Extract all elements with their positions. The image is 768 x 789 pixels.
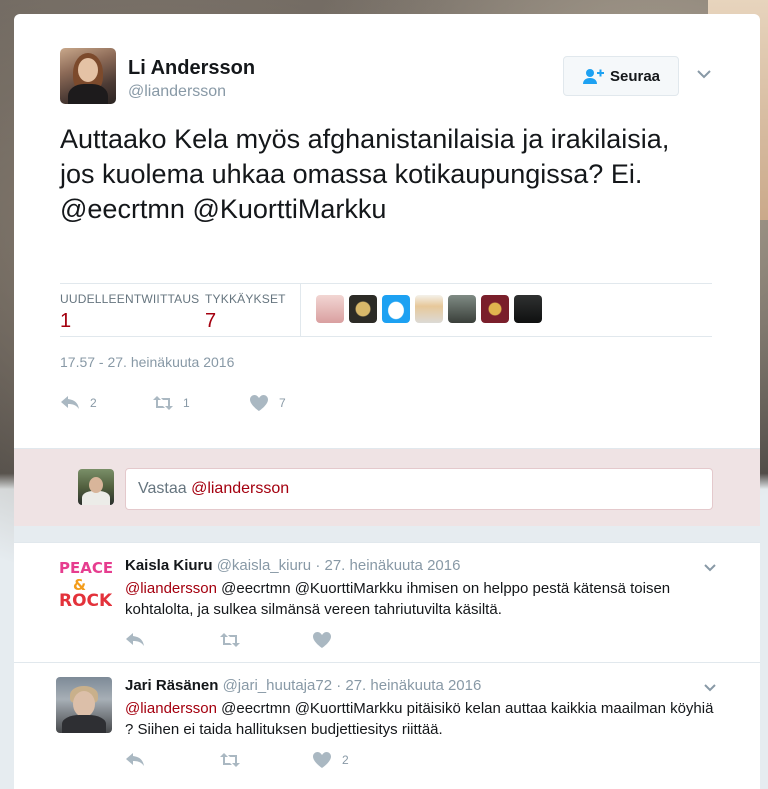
- likes-value: 7: [205, 310, 217, 332]
- retweet-count: 1: [183, 396, 190, 410]
- reply-header: Kaisla Kiuru @kaisla_kiuru · 27. heinäku…: [125, 557, 461, 574]
- author-name[interactable]: Li Andersson: [128, 57, 255, 80]
- reply-mention[interactable]: @liandersson: [125, 580, 217, 597]
- reply-author-handle[interactable]: @jari_huutaja72: [223, 677, 332, 694]
- follow-button-label: Seuraa: [609, 67, 661, 85]
- reply-tweet[interactable]: Jari Räsänen @jari_huutaja72 · 27. heinä…: [14, 662, 760, 789]
- retweets-value: 1: [60, 310, 72, 332]
- follow-button[interactable]: Seuraa: [563, 56, 679, 96]
- reply-mention: @liandersson: [191, 480, 290, 497]
- reply-icon: [126, 753, 144, 766]
- reply-author-handle[interactable]: @kaisla_kiuru: [217, 557, 311, 574]
- reply-action[interactable]: [125, 751, 220, 769]
- reply-text: @liandersson @eecrtmn @KuorttiMarkku pit…: [125, 698, 725, 740]
- reply-text: @liandersson @eecrtmn @KuorttiMarkku ihm…: [125, 578, 725, 620]
- tweet-text: Auttaako Kela myös afghanistanilaisia ja…: [60, 124, 670, 224]
- tweet-timestamp[interactable]: 17.57 - 27. heinäkuuta 2016: [60, 354, 234, 370]
- current-user-avatar: [78, 469, 114, 505]
- chevron-down-icon[interactable]: [703, 561, 717, 575]
- liker-avatar[interactable]: [415, 295, 443, 323]
- retweet-action[interactable]: [220, 751, 312, 769]
- retweet-icon: [220, 633, 240, 647]
- reply-date[interactable]: 27. heinäkuuta 2016: [324, 557, 460, 574]
- tweet-header: Li Andersson @liandersson Seuraa: [60, 48, 760, 120]
- retweets-stat[interactable]: UUDELLEENTWIITTAUS 1: [60, 292, 199, 333]
- reply-header: Jari Räsänen @jari_huutaja72 · 27. heinä…: [125, 677, 482, 694]
- reply-input[interactable]: Vastaa @liandersson: [125, 468, 713, 510]
- reply-prefix: Vastaa: [138, 480, 192, 497]
- reply-mention[interactable]: @liandersson: [125, 700, 217, 717]
- reply-date[interactable]: 27. heinäkuuta 2016: [345, 677, 481, 694]
- add-user-icon: [582, 69, 604, 84]
- like-action[interactable]: [312, 631, 342, 649]
- reply-icon: [61, 396, 79, 409]
- heart-icon: [313, 752, 331, 768]
- section-divider: [14, 526, 760, 542]
- reply-author-name[interactable]: Jari Räsänen: [125, 677, 218, 694]
- reply-avatar[interactable]: [56, 677, 112, 733]
- tweet-stats: UUDELLEENTWIITTAUS 1 TYKKÄYKSET 7: [60, 283, 712, 337]
- liker-avatars: [316, 295, 542, 323]
- like-action[interactable]: 7: [249, 394, 286, 412]
- reply-action[interactable]: 2: [60, 394, 153, 412]
- like-count: 2: [342, 753, 349, 767]
- like-action[interactable]: 2: [312, 751, 349, 769]
- author-avatar[interactable]: [60, 48, 116, 104]
- tweet-card: Li Andersson @liandersson Seuraa Auttaak…: [14, 14, 760, 789]
- liker-avatar[interactable]: [481, 295, 509, 323]
- like-count: 7: [279, 396, 286, 410]
- reply-author-name[interactable]: Kaisla Kiuru: [125, 557, 213, 574]
- likes-label: TYKKÄYKSET: [205, 292, 286, 306]
- reply-composer: Vastaa @liandersson: [14, 448, 760, 526]
- chevron-down-icon[interactable]: [696, 66, 712, 82]
- liker-avatar[interactable]: [316, 295, 344, 323]
- reply-avatar[interactable]: PEACE & ROCK: [56, 557, 112, 613]
- reply-actions: [125, 631, 342, 649]
- retweet-icon: [220, 753, 240, 767]
- retweet-icon: [153, 396, 173, 410]
- tweet-actions: 2 1 7: [60, 391, 286, 415]
- likes-stat[interactable]: TYKKÄYKSET 7: [205, 292, 286, 333]
- reply-count: 2: [90, 396, 97, 410]
- retweet-action[interactable]: [220, 631, 312, 649]
- stats-divider: [300, 284, 301, 336]
- heart-icon: [250, 395, 268, 411]
- reply-icon: [126, 633, 144, 646]
- reply-actions: 2: [125, 751, 349, 769]
- liker-avatar[interactable]: [514, 295, 542, 323]
- reply-action[interactable]: [125, 631, 220, 649]
- heart-icon: [313, 632, 331, 648]
- liker-avatar[interactable]: [382, 295, 410, 323]
- reply-tweet[interactable]: PEACE & ROCK Kaisla Kiuru @kaisla_kiuru …: [14, 542, 760, 662]
- liker-avatar[interactable]: [448, 295, 476, 323]
- author-handle[interactable]: @liandersson: [128, 83, 226, 101]
- retweets-label: UUDELLEENTWIITTAUS: [60, 292, 200, 306]
- chevron-down-icon[interactable]: [703, 681, 717, 695]
- retweet-action[interactable]: 1: [153, 394, 249, 412]
- liker-avatar[interactable]: [349, 295, 377, 323]
